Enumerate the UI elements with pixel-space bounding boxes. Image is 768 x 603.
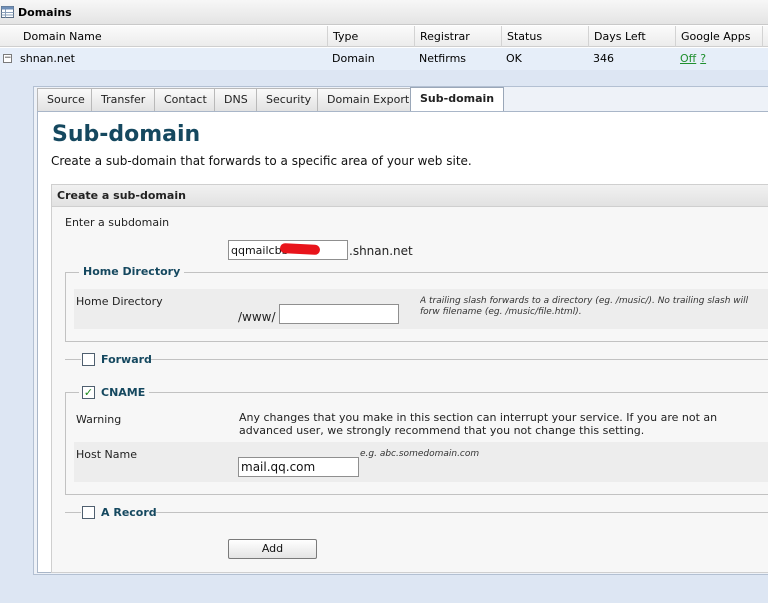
forward-checkbox[interactable] [82,353,95,366]
create-subdomain-box [51,184,768,573]
tab-contact[interactable]: Contact [154,88,217,111]
home-directory-label: Home Directory [76,295,163,308]
window-title: Domains [18,6,72,19]
column-header-registrar[interactable]: Registrar [415,26,502,47]
host-name-hint: e.g. abc.somedomain.com [360,449,480,459]
www-prefix: /www/ [238,310,276,324]
home-directory-input[interactable] [279,304,399,324]
cname-warning-text: Any changes that you make in this sectio… [239,411,718,437]
host-name-row [74,442,768,482]
registrar-cell: Netfirms [419,52,467,65]
home-directory-legend: Home Directory [79,265,185,278]
a-record-divider-right [156,512,768,513]
column-header-status[interactable]: Status [502,26,589,47]
create-subdomain-header: Create a sub-domain [52,185,768,207]
host-name-input[interactable] [238,457,359,477]
tab-sub-domain[interactable]: Sub-domain [410,87,505,111]
grid-icon [1,6,14,21]
forward-divider-left [65,359,81,360]
days-left-cell: 346 [593,52,614,65]
forward-divider-right [151,359,768,360]
google-apps-off-link[interactable]: Off [680,52,696,65]
column-header-type[interactable]: Type [328,26,415,47]
column-header-days-left[interactable]: Days Left [589,26,676,47]
status-cell: OK [506,52,522,65]
forward-label: Forward [101,353,152,366]
tab-source[interactable]: Source [37,88,95,111]
tab-security[interactable]: Security [256,88,322,111]
table-row[interactable]: − shnan.net Domain Netfirms OK 346 Off? [0,48,768,70]
host-name-label: Host Name [76,448,137,461]
home-directory-hint: A trailing slash forwards to a directory… [420,296,749,317]
warning-label: Warning [76,413,122,426]
domain-suffix: .shnan.net [349,244,413,258]
add-button[interactable]: Add [228,539,317,559]
cname-checkbox[interactable]: ✓ [82,386,95,399]
tab-dns[interactable]: DNS [214,88,258,111]
grid-header: Domain Name Type Registrar Status Days L… [0,26,768,47]
google-apps-cell: Off? [675,48,706,70]
tab-transfer[interactable]: Transfer [91,88,156,111]
type-cell: Domain [332,52,375,65]
column-header-domain-name[interactable]: Domain Name [18,26,328,47]
collapse-icon[interactable]: − [3,54,12,63]
subdomain-label: Enter a subdomain [65,216,170,229]
column-header-google-apps[interactable]: Google Apps [676,26,763,47]
a-record-checkbox[interactable] [82,506,95,519]
page-title: Sub-domain [52,122,201,147]
domain-name-cell: shnan.net [20,52,75,65]
window-titlebar: Domains [0,0,768,25]
a-record-divider-left [65,512,81,513]
a-record-label: A Record [101,506,157,519]
redaction-mark [279,242,321,256]
tab-domain-export[interactable]: Domain Export [317,88,420,111]
cname-label: CNAME [101,386,146,399]
help-link[interactable]: ? [700,52,706,65]
page-subtitle: Create a sub-domain that forwards to a s… [51,154,472,168]
